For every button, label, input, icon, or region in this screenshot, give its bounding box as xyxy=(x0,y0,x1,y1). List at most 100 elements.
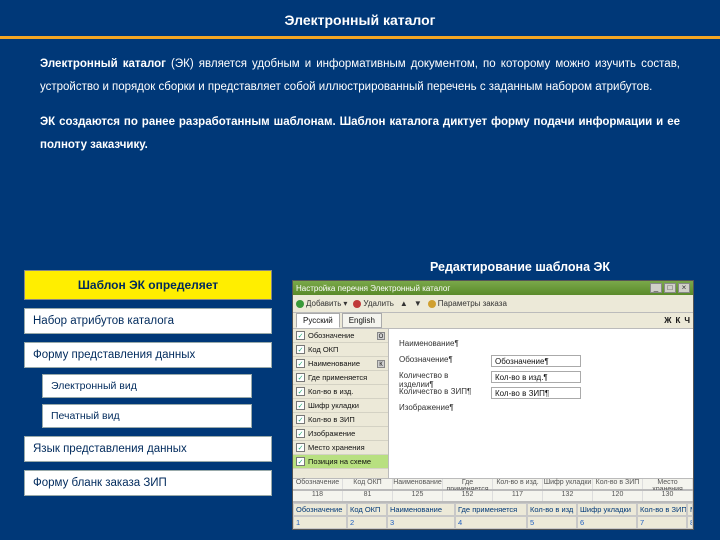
column-cell: Место хранения xyxy=(643,479,693,489)
field-label: Обозначение¶ xyxy=(399,355,485,367)
field-label: Изображение¶ xyxy=(399,403,485,412)
column-cell: Обозначение xyxy=(293,503,347,516)
layout-field-row[interactable]: Обозначение¶ Обозначение¶ xyxy=(399,355,581,367)
lang-tab-ru[interactable]: Русский xyxy=(296,313,340,328)
intro-paragraph-2: ЭК создаются по ранее разработанным шабл… xyxy=(0,111,720,157)
sidebar-attribute-item[interactable]: ✓Код ОКП xyxy=(293,343,388,357)
column-cell: 1 xyxy=(293,516,347,529)
language-toolbar: Русский English Ж К Ч xyxy=(293,313,693,329)
checkbox-icon[interactable]: ✓ xyxy=(296,373,305,382)
column-cell: Место хранения xyxy=(687,503,693,516)
field-label: Количество в ЗИП¶ xyxy=(399,387,485,399)
sidebar-item-label: Позиция на схеме xyxy=(308,457,371,466)
field-label: Наименование¶ xyxy=(399,339,485,348)
x-icon xyxy=(353,300,361,308)
underline-button[interactable]: Ч xyxy=(684,316,690,325)
sidebar-attribute-item[interactable]: ✓Место хранения xyxy=(293,441,388,455)
column-cell: 117 xyxy=(493,491,543,501)
column-cell: 3 xyxy=(387,516,455,529)
grid-index-row: 12345678 xyxy=(293,516,693,529)
move-up-button[interactable]: ▲ xyxy=(400,299,408,308)
order-params-button[interactable]: Параметры заказа xyxy=(428,299,507,308)
divider xyxy=(0,36,720,39)
sidebar-attribute-item[interactable]: ✓Кол-во в ЗИП xyxy=(293,413,388,427)
field-placeholder[interactable]: Обозначение¶ xyxy=(491,355,581,367)
template-subitem: Печатный вид xyxy=(42,404,252,428)
checkbox-icon[interactable]: ✓ xyxy=(296,359,305,368)
checkbox-icon[interactable]: ✓ xyxy=(296,415,305,424)
sidebar-item-label: Обозначение xyxy=(308,331,354,340)
sidebar-item-label: Шифр укладки xyxy=(308,401,359,410)
lang-tab-en[interactable]: English xyxy=(342,313,382,328)
minimize-button[interactable]: _ xyxy=(650,283,662,293)
column-cell: Наименование xyxy=(387,503,455,516)
checkbox-icon[interactable]: ✓ xyxy=(296,387,305,396)
column-cell: 132 xyxy=(543,491,593,501)
column-header-ruler: ОбозначениеКод ОКПНаименованиеГде примен… xyxy=(293,478,693,490)
checkbox-icon[interactable]: ✓ xyxy=(296,429,305,438)
checkbox-icon[interactable]: ✓ xyxy=(296,401,305,410)
left-column: Шаблон ЭК определяет Набор атрибутов кат… xyxy=(24,270,272,496)
checkbox-icon[interactable]: ✓ xyxy=(296,345,305,354)
sidebar-attribute-item[interactable]: ✓Позиция на схеме xyxy=(293,455,388,469)
sidebar-attribute-item[interactable]: ✓Где применяется xyxy=(293,371,388,385)
column-cell: 81 xyxy=(343,491,393,501)
add-button[interactable]: Добавить ▾ xyxy=(296,299,347,308)
gear-icon xyxy=(428,300,436,308)
template-item: Язык представления данных xyxy=(24,436,272,462)
sidebar-item-label: Изображение xyxy=(308,429,355,438)
sidebar-attribute-item[interactable]: ✓Шифр укладки xyxy=(293,399,388,413)
bold-button[interactable]: Ж xyxy=(664,316,671,325)
sidebar-item-label: Место хранения xyxy=(308,443,365,452)
template-item: Форму бланк заказа ЗИП xyxy=(24,470,272,496)
sidebar-item-label: Код ОКП xyxy=(308,345,338,354)
layout-canvas[interactable]: Наименование¶ Обозначение¶ Обозначение¶ Кол… xyxy=(389,329,693,478)
column-cell: Код ОКП xyxy=(347,503,387,516)
sidebar-attribute-item[interactable]: ✓Изображение xyxy=(293,427,388,441)
format-tools: Ж К Ч xyxy=(664,316,690,325)
maximize-button[interactable]: □ xyxy=(664,283,676,293)
layout-field-row[interactable]: Изображение¶ xyxy=(399,403,485,412)
move-down-button[interactable]: ▼ xyxy=(414,299,422,308)
template-item: Набор атрибутов каталога xyxy=(24,308,272,334)
layout-field-row[interactable]: Наименование¶ xyxy=(399,339,485,348)
type-badge: О xyxy=(377,332,385,340)
column-cell: Где применяется xyxy=(455,503,527,516)
column-cell: Обозначение xyxy=(293,479,343,489)
italic-button[interactable]: К xyxy=(675,316,680,325)
column-cell: 6 xyxy=(577,516,637,529)
column-cell: Кол-во в ЗИП xyxy=(637,503,687,516)
template-defines-header: Шаблон ЭК определяет xyxy=(24,270,272,300)
column-cell: 120 xyxy=(593,491,643,501)
attribute-sidebar: ✓ОбозначениеО✓Код ОКП✓НаименованиеК✓Где … xyxy=(293,329,389,478)
sidebar-item-label: Кол-во в ЗИП xyxy=(308,415,355,424)
column-cell: 152 xyxy=(443,491,493,501)
column-cell: 118 xyxy=(293,491,343,501)
type-badge: К xyxy=(377,360,385,368)
sidebar-attribute-item[interactable]: ✓Наименование К xyxy=(293,357,388,371)
checkbox-icon[interactable]: ✓ xyxy=(296,443,305,452)
column-cell: Наименование xyxy=(393,479,443,489)
sidebar-attribute-item[interactable]: ✓Кол-во в изд. xyxy=(293,385,388,399)
template-subitem: Электронный вид xyxy=(42,374,252,398)
layout-field-row[interactable]: Количество в ЗИП¶ Кол-во в ЗИП¶ xyxy=(399,387,581,399)
grid-header-row: ОбозначениеКод ОКПНаименованиеГде примен… xyxy=(293,503,693,516)
column-cell: 130 xyxy=(643,491,693,501)
close-button[interactable]: × xyxy=(678,283,690,293)
remove-button[interactable]: Удалить xyxy=(353,299,394,308)
plus-icon xyxy=(296,300,304,308)
checkbox-icon[interactable]: ✓ xyxy=(296,331,305,340)
column-cell: Код ОКП xyxy=(343,479,393,489)
sidebar-item-label: Наименование xyxy=(308,359,360,368)
sidebar-attribute-item[interactable]: ✓Обозначение О xyxy=(293,329,388,343)
template-item: Форму представления данных xyxy=(24,342,272,368)
checkbox-icon[interactable]: ✓ xyxy=(296,457,305,466)
toolbar: Добавить ▾ Удалить ▲ ▼ Параметры заказа xyxy=(293,295,693,313)
field-placeholder[interactable]: Кол-во в ЗИП¶ xyxy=(491,387,581,399)
column-cell: 2 xyxy=(347,516,387,529)
field-placeholder[interactable]: Кол-во в изд.¶ xyxy=(491,371,581,383)
intro-strong: Электронный каталог xyxy=(40,58,166,70)
sidebar-item-label: Кол-во в изд. xyxy=(308,387,353,396)
preview-grid: ОбозначениеКод ОКПНаименованиеГде примен… xyxy=(293,502,693,529)
column-cell: Кол-во в ЗИП xyxy=(593,479,643,489)
